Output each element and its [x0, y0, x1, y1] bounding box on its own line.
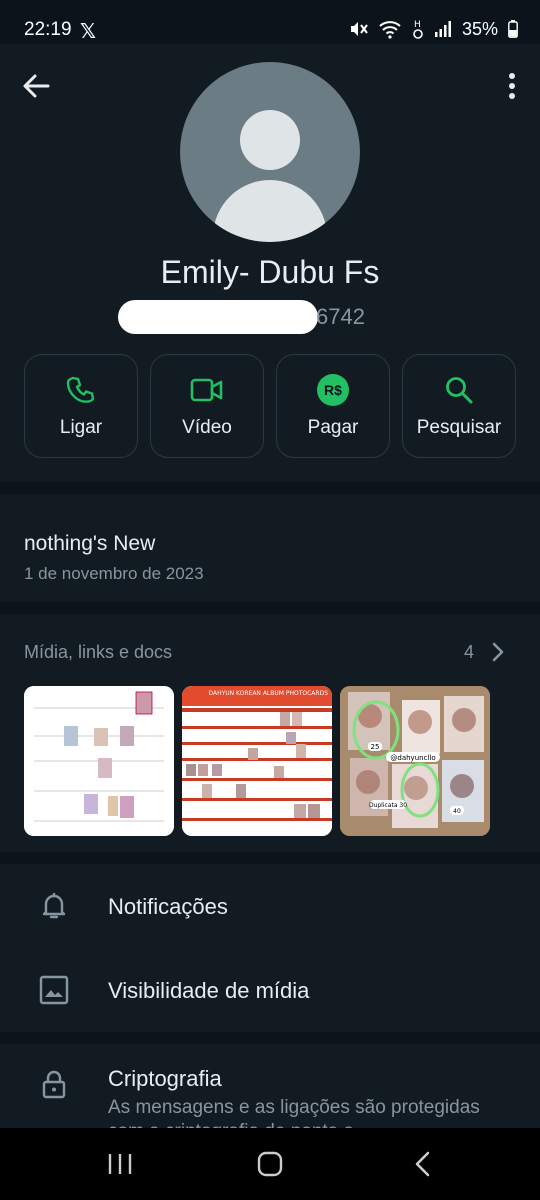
- hd-call-icon: H: [413, 20, 423, 39]
- home-icon[interactable]: [250, 1148, 290, 1180]
- video-button[interactable]: Vídeo: [150, 354, 264, 458]
- recent-apps-icon[interactable]: [100, 1148, 140, 1180]
- tag-40: 40: [453, 808, 461, 815]
- album-photocards-image: DAHYUN KOREAN ALBUM PHOTOCARDS: [182, 686, 332, 836]
- chevron-right-icon[interactable]: [488, 640, 508, 664]
- image-icon: [39, 975, 69, 1005]
- media-thumbnail[interactable]: [24, 686, 174, 836]
- media-thumbnails: DAHYUN KOREAN ALBUM PHOTOCARDS 25 @dahyu…: [24, 686, 490, 836]
- banner-text: DAHYUN KOREAN ALBUM PHOTOCARDS: [208, 690, 328, 697]
- call-label: Ligar: [59, 417, 103, 438]
- media-count: 4: [463, 642, 474, 662]
- lock-icon: [42, 1070, 66, 1099]
- search-button[interactable]: Pesquisar: [402, 354, 516, 458]
- status-time: 22:19: [24, 19, 72, 40]
- signal-icon: [434, 21, 451, 37]
- redaction-mark: [118, 300, 318, 334]
- avatar-head-shape: [240, 110, 300, 170]
- call-button[interactable]: Ligar: [24, 354, 138, 458]
- photocard-chart-image: [24, 686, 174, 836]
- svg-text:H: H: [414, 20, 421, 30]
- about-date: 1 de novembro de 2023: [24, 564, 204, 583]
- system-nav-bar: [0, 1128, 540, 1200]
- tag-25: 25: [371, 743, 380, 751]
- settings-group: Notificações Visibilidade de mídia: [0, 864, 540, 1032]
- contact-avatar[interactable]: [180, 62, 360, 242]
- encryption-row[interactable]: Criptografia As mensagens e as ligações …: [0, 1044, 540, 1142]
- media-title[interactable]: Mídia, links e docs: [24, 642, 172, 663]
- search-icon: [446, 377, 473, 404]
- phone-icon: [66, 376, 95, 403]
- photocard-collage-image: 25 @dahyuncllo Duplicata 30 40: [340, 686, 490, 836]
- more-options-icon[interactable]: [504, 68, 520, 104]
- x-app-icon: 𝕏: [80, 21, 97, 43]
- handle-tag: @dahyuncllo: [390, 754, 435, 762]
- contact-name: Emily- Dubu Fs: [160, 254, 380, 290]
- media-thumbnail[interactable]: 25 @dahyuncllo Duplicata 30 40: [340, 686, 490, 836]
- media-visibility-label: Visibilidade de mídia: [108, 978, 310, 1003]
- video-icon: [190, 378, 223, 402]
- pay-button[interactable]: R$ Pagar: [276, 354, 390, 458]
- bell-icon: [42, 893, 66, 919]
- avatar-body-shape: [213, 180, 327, 242]
- encryption-label: Criptografia: [108, 1066, 222, 1091]
- media-section: Mídia, links e docs 4 DAHYUN KOREAN ALBU…: [0, 614, 540, 852]
- back-arrow-icon[interactable]: [18, 68, 54, 104]
- status-icons: H 35%: [348, 18, 518, 40]
- about-text: nothing's New: [24, 532, 156, 555]
- battery-icon: [508, 20, 518, 38]
- battery-percent: 35%: [461, 18, 498, 39]
- media-visibility-row[interactable]: Visibilidade de mídia: [0, 948, 540, 1032]
- notifications-label: Notificações: [108, 894, 228, 919]
- wifi-icon: [379, 21, 401, 39]
- video-label: Vídeo: [182, 417, 232, 438]
- contact-header: Emily- Dubu Fs 6742 Ligar Vídeo R$ Pagar: [0, 44, 540, 482]
- phone-number: 6742: [0, 300, 540, 334]
- back-nav-icon[interactable]: [404, 1148, 444, 1180]
- encryption-section[interactable]: Criptografia As mensagens e as ligações …: [0, 1044, 540, 1142]
- phone-suffix: 6742: [316, 304, 365, 329]
- about-section[interactable]: nothing's New 1 de novembro de 2023: [0, 494, 540, 602]
- notifications-row[interactable]: Notificações: [0, 864, 540, 948]
- pay-label: Pagar: [307, 417, 359, 438]
- pay-icon: R$: [317, 374, 349, 406]
- search-label: Pesquisar: [416, 417, 502, 438]
- duplicata-tag: Duplicata 30: [369, 802, 407, 809]
- action-buttons: Ligar Vídeo R$ Pagar Pesquisar: [24, 354, 516, 458]
- mute-icon: [350, 22, 368, 36]
- media-thumbnail[interactable]: DAHYUN KOREAN ALBUM PHOTOCARDS: [182, 686, 332, 836]
